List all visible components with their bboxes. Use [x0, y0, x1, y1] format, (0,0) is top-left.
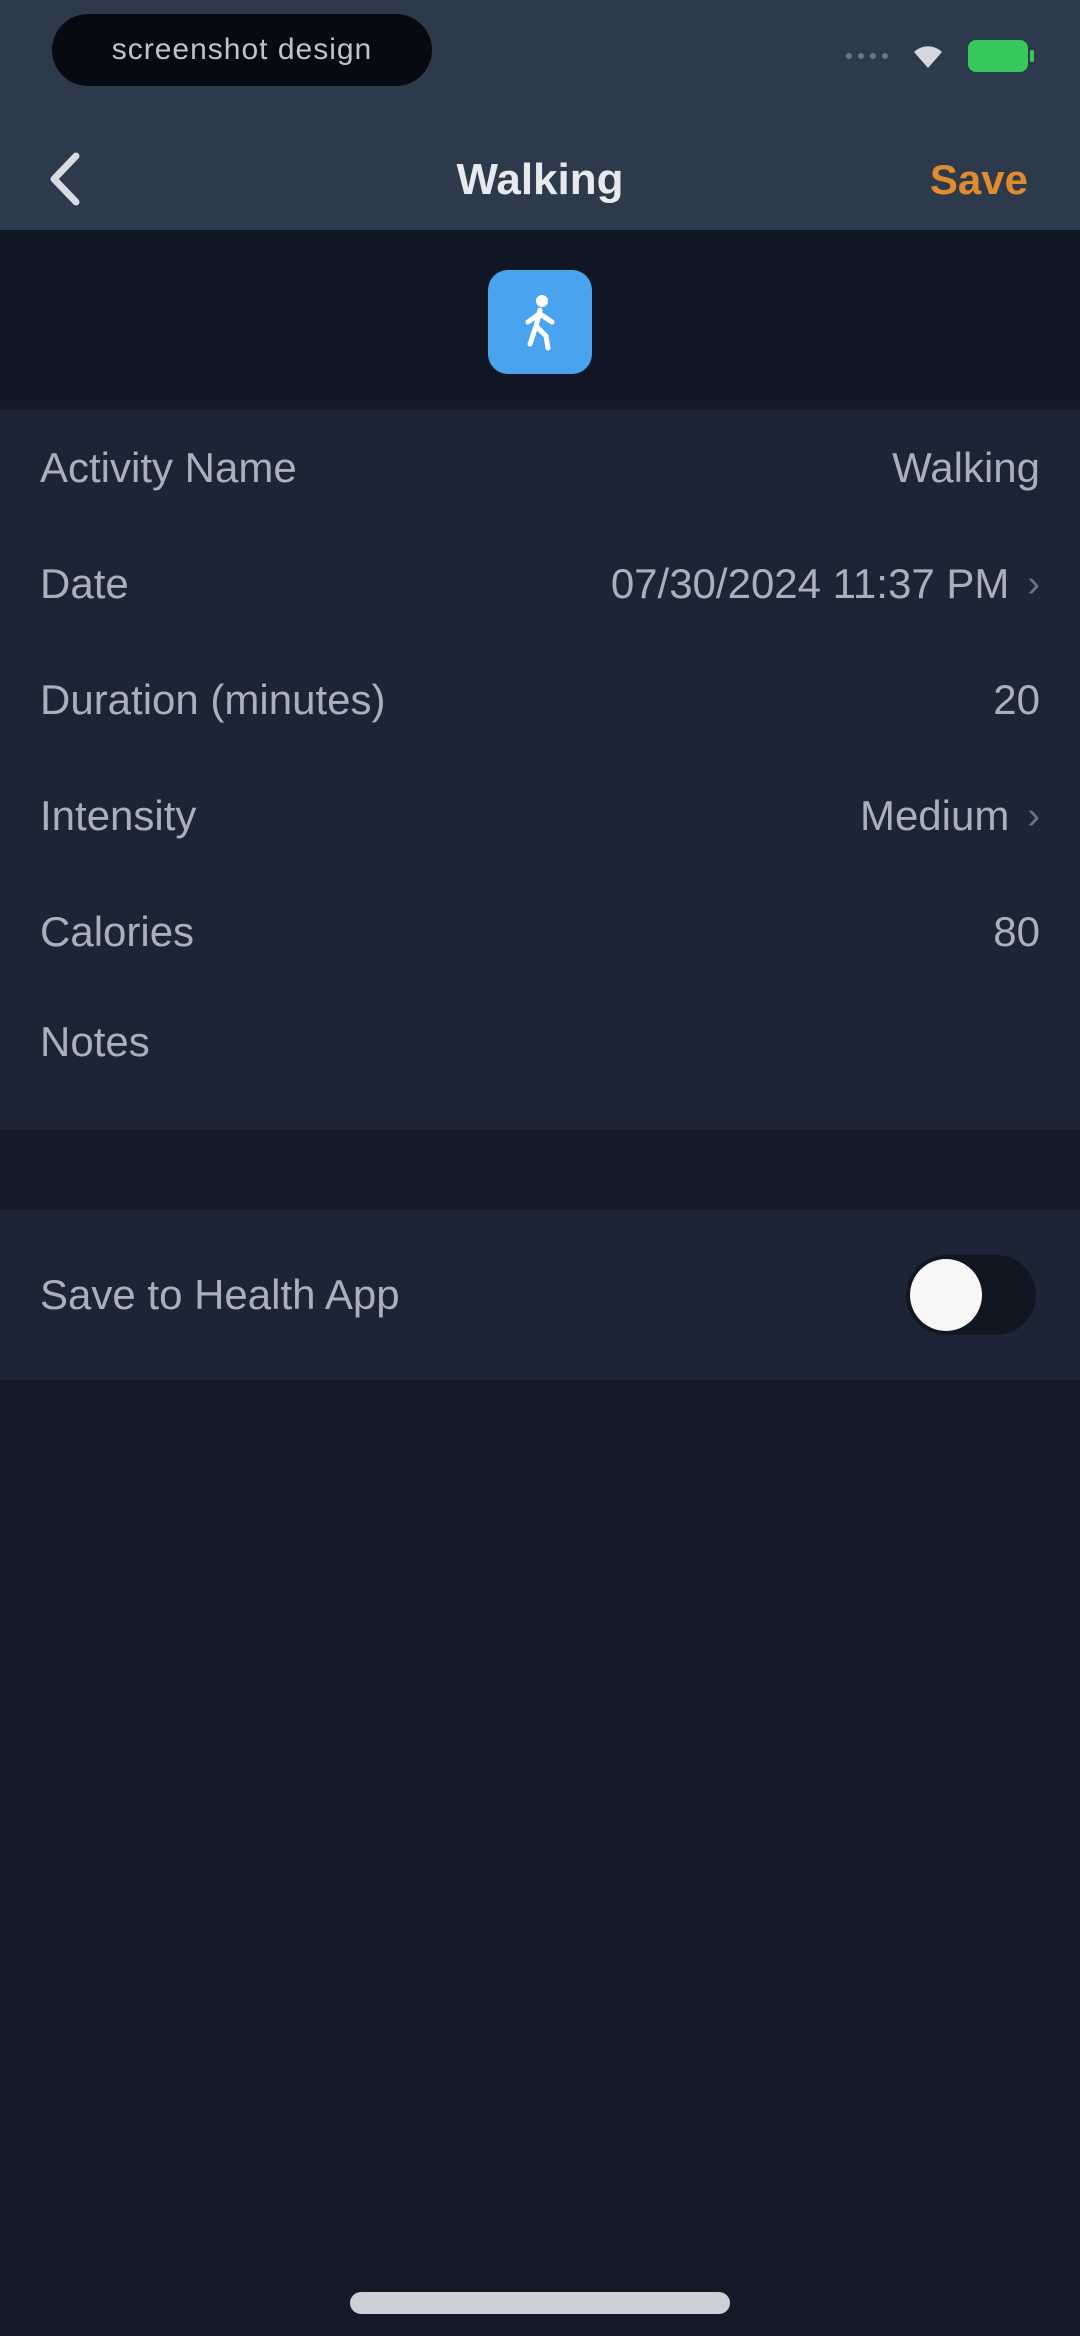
chevron-left-icon	[48, 152, 82, 211]
health-app-section: Save to Health App	[0, 1210, 1080, 1380]
status-bar: screenshot design	[0, 0, 1080, 130]
status-pill: screenshot design	[52, 14, 432, 86]
wifi-icon	[910, 42, 946, 70]
duration-text: 20	[993, 676, 1040, 723]
save-button[interactable]: Save	[930, 130, 1028, 230]
intensity-text: Medium	[859, 792, 1010, 839]
date-label: Date	[40, 560, 129, 607]
activity-icon-strip	[0, 230, 1080, 400]
save-to-health-label: Save to Health App	[40, 1271, 400, 1318]
section-separator	[0, 1130, 1080, 1210]
toggle-knob	[910, 1259, 982, 1331]
chevron-right-icon: ›	[1027, 562, 1040, 605]
walking-figure-icon[interactable]	[488, 270, 592, 374]
chevron-right-icon: ›	[1027, 794, 1040, 837]
navigation-bar: Walking Save	[0, 130, 1080, 230]
activity-form: Activity Name Walking Date 07/30/2024 11…	[0, 410, 1080, 1130]
duration-label: Duration (minutes)	[40, 676, 386, 723]
duration-row[interactable]: Duration (minutes) 20	[0, 642, 1080, 758]
calories-value[interactable]: 80	[993, 908, 1040, 956]
date-value[interactable]: 07/30/2024 11:37 PM ›	[611, 560, 1040, 608]
notes-row[interactable]: Notes	[0, 984, 1080, 1100]
calories-text: 80	[993, 908, 1040, 955]
calories-label: Calories	[40, 908, 195, 955]
date-text: 07/30/2024 11:37 PM	[610, 560, 1010, 607]
page-title: Walking	[456, 155, 624, 204]
duration-value[interactable]: 20	[993, 676, 1040, 724]
status-icons	[846, 36, 1034, 76]
activity-name-text: Walking	[892, 444, 1040, 491]
intensity-value[interactable]: Medium ›	[860, 792, 1040, 840]
notes-label: Notes	[40, 1018, 150, 1065]
back-button[interactable]	[30, 146, 100, 216]
activity-name-row[interactable]: Activity Name Walking	[0, 410, 1080, 526]
activity-name-value[interactable]: Walking	[892, 444, 1040, 492]
date-row[interactable]: Date 07/30/2024 11:37 PM ›	[0, 526, 1080, 642]
save-to-health-toggle[interactable]	[906, 1255, 1036, 1335]
cellular-signal-icon	[846, 53, 888, 59]
status-pill-text: screenshot design	[111, 33, 373, 66]
intensity-label: Intensity	[40, 792, 197, 839]
calories-row[interactable]: Calories 80	[0, 874, 1080, 990]
activity-name-label: Activity Name	[40, 444, 297, 491]
intensity-row[interactable]: Intensity Medium ›	[0, 758, 1080, 874]
battery-icon	[968, 40, 1034, 72]
home-indicator[interactable]	[350, 2292, 730, 2314]
